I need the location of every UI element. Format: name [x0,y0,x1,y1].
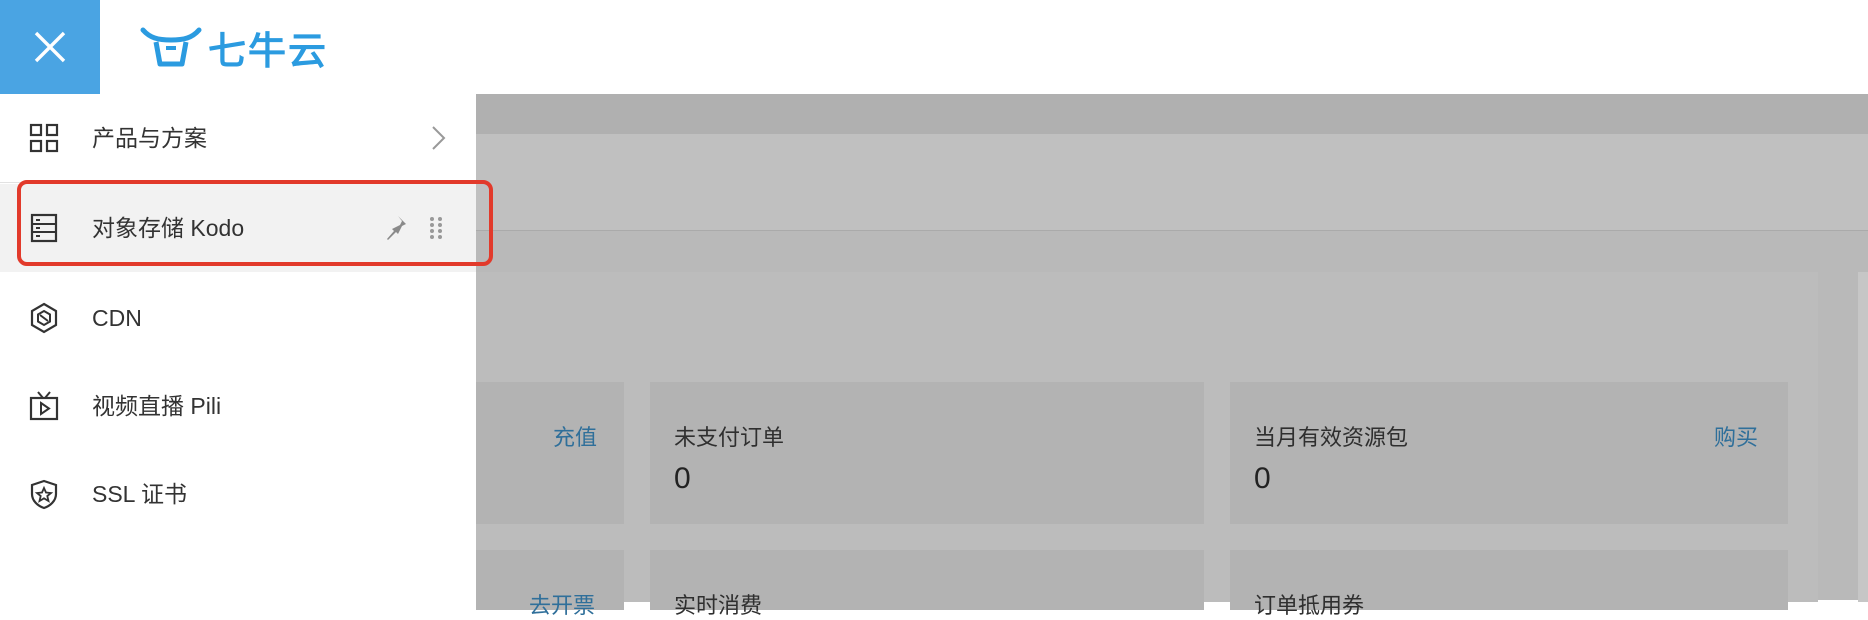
navigation-drawer: 产品与方案 对象存储 Kodo CDN 视频直播 Pili SSL 证书 [0,94,476,600]
menu-item-label: 视频直播 Pili [92,393,222,419]
menu-item-label: 产品与方案 [92,125,207,151]
invoice-card: 去开票 [476,550,624,618]
overview-panel: 充值 未支付订单 0 当月有效资源包 0 购买 去开票 实时消费 订单抵用券 [476,272,1818,618]
menu-item-kodo[interactable]: 对象存储 Kodo [0,184,476,272]
tv-icon [29,391,59,421]
grid-icon [29,123,59,153]
close-button[interactable] [0,0,100,94]
menu-item-label: SSL 证书 [92,481,188,507]
pin-icon[interactable] [382,212,410,244]
menu-item-label: 对象存储 Kodo [92,215,245,241]
card-title: 实时消费 [674,593,763,618]
invoice-link[interactable]: 去开票 [529,588,595,620]
buy-link[interactable]: 购买 [1714,420,1758,452]
logo[interactable]: 七牛云 [140,14,328,80]
menu-item-pili[interactable]: 视频直播 Pili [0,362,476,450]
card-title: 订单抵用券 [1254,593,1365,618]
menu-item-cdn[interactable]: CDN [0,274,476,362]
shield-icon [30,479,58,510]
storage-icon [30,213,58,243]
balance-card: 充值 [476,382,624,524]
menu-item-ssl[interactable]: SSL 证书 [0,450,476,538]
logo-text: 七牛云 [208,30,329,73]
cdn-icon [30,302,58,334]
close-icon [34,31,66,63]
background-edge-panel [1858,272,1868,602]
menu-item-label: CDN [92,305,142,331]
card-value: 0 [674,462,691,495]
chevron-right-icon [432,126,446,150]
drag-handle-icon[interactable] [426,212,446,244]
qiniu-bull-logo [140,27,202,67]
card-value: 0 [1254,462,1271,495]
resource-pack-card: 当月有效资源包 0 购买 [1230,382,1788,524]
top-bar: 七牛云 [0,0,1868,94]
recharge-link[interactable]: 充值 [553,420,597,452]
realtime-spend-card: 实时消费 [650,550,1204,618]
unpaid-orders-card: 未支付订单 0 [650,382,1204,524]
coupon-card: 订单抵用券 [1230,550,1788,618]
menu-item-products[interactable]: 产品与方案 [0,94,476,183]
card-title: 当月有效资源包 [1254,425,1409,450]
card-title: 未支付订单 [674,425,785,450]
